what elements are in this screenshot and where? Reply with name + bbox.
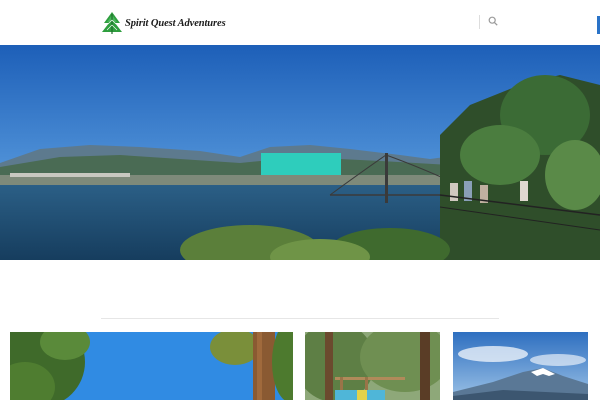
forest-trees-blue-sky-image xyxy=(10,332,293,400)
post-card-1[interactable] xyxy=(10,332,293,400)
site-header: Spirit Quest Adventures xyxy=(0,0,600,45)
post-card-2[interactable] xyxy=(305,332,440,400)
hero-banner xyxy=(0,45,600,260)
hero-cta-button[interactable] xyxy=(261,153,341,175)
site-logo[interactable]: Spirit Quest Adventures xyxy=(101,11,226,35)
header-divider xyxy=(479,15,480,29)
forest-trail-wooden-railing-image xyxy=(305,332,440,400)
snowy-mountain-peak-image xyxy=(453,332,588,400)
search-button[interactable] xyxy=(486,14,500,28)
pine-tree-icon xyxy=(101,11,123,35)
post-card-3[interactable] xyxy=(453,332,588,400)
section-divider xyxy=(101,318,499,319)
logo-text: Spirit Quest Adventures xyxy=(125,17,226,29)
search-icon xyxy=(488,14,498,29)
